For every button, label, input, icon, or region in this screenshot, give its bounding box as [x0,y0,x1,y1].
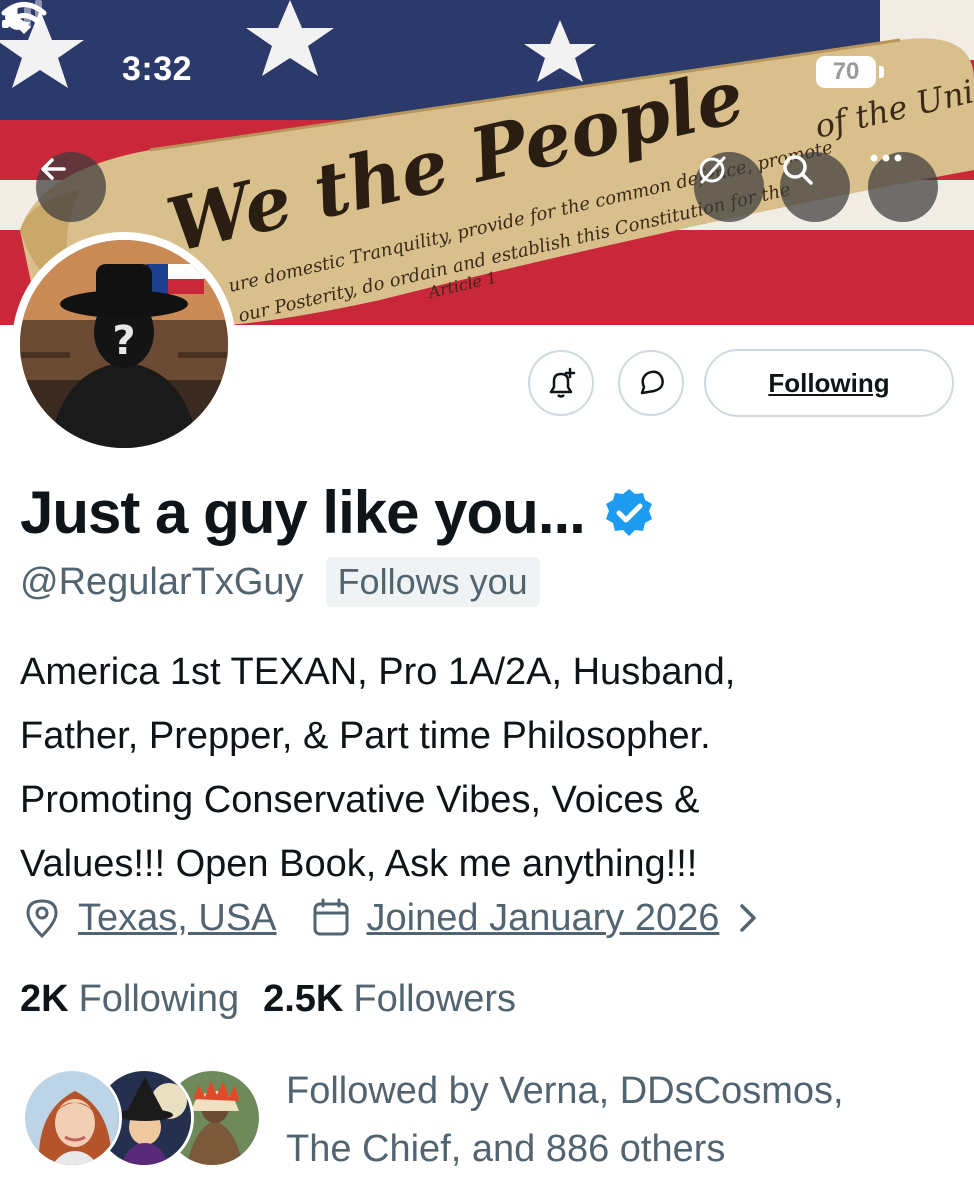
bell-plus-icon [549,367,576,398]
follower-avatar-image [25,1071,119,1165]
followed-by-avatars[interactable] [22,1068,262,1172]
profile-meta-row: Texas, USA Joined January 2026 [20,896,763,940]
follow-stats: 2K Following 2.5K Followers [20,978,516,1021]
status-time: 3:32 [122,50,193,88]
display-name: Just a guy like you... [20,479,586,546]
more-button[interactable] [868,152,938,222]
search-button[interactable] [780,152,850,222]
svg-text:?: ? [112,318,135,364]
followers-stat[interactable]: 2.5K Followers [263,978,516,1021]
grok-icon [699,156,726,184]
location-pin-icon [26,899,58,939]
following-button[interactable]: Following [704,349,954,417]
back-button[interactable] [36,152,106,222]
more-dots-icon [870,154,902,162]
followed-by-line-2: The Chief, and 886 others [286,1128,726,1170]
chevron-right-icon[interactable] [733,898,763,938]
avatar-image: ? [20,240,228,448]
handle-row: @RegularTxGuy Follows you [20,557,540,607]
notifications-button[interactable] [528,350,594,416]
followers-stat-label: Followers [353,978,516,1020]
name-row: Just a guy like you... [20,478,655,547]
follower-avatar [22,1068,122,1168]
followers-count: 2.5K [263,978,344,1020]
location-link[interactable]: Texas, USA [78,897,277,940]
joined-date-link[interactable]: Joined January 2026 [367,897,720,940]
user-handle: @RegularTxGuy [20,560,304,603]
search-icon [783,155,813,185]
battery-indicator: 70 [816,56,876,88]
following-stat-label: Following [78,978,240,1020]
followed-by-line-1: Followed by Verna, DDsCosmos, [286,1070,844,1112]
wifi-icon [1,2,47,34]
battery-cap [879,66,884,78]
back-arrow-icon [41,158,66,180]
profile-bio: America 1st TEXAN, Pro 1A/2A, Husband, F… [20,651,736,885]
grok-button[interactable] [694,152,764,222]
following-stat[interactable]: 2K Following [20,978,239,1021]
following-count: 2K [20,978,69,1020]
calendar-icon [313,898,349,936]
profile-avatar[interactable]: ? [12,232,236,456]
verified-badge-icon[interactable] [603,487,655,539]
message-bubble-icon [640,370,664,395]
follows-you-badge: Follows you [325,557,540,607]
followed-by-text[interactable]: Followed by Verna, DDsCosmos, The Chief,… [286,1062,956,1178]
message-button[interactable] [618,350,684,416]
